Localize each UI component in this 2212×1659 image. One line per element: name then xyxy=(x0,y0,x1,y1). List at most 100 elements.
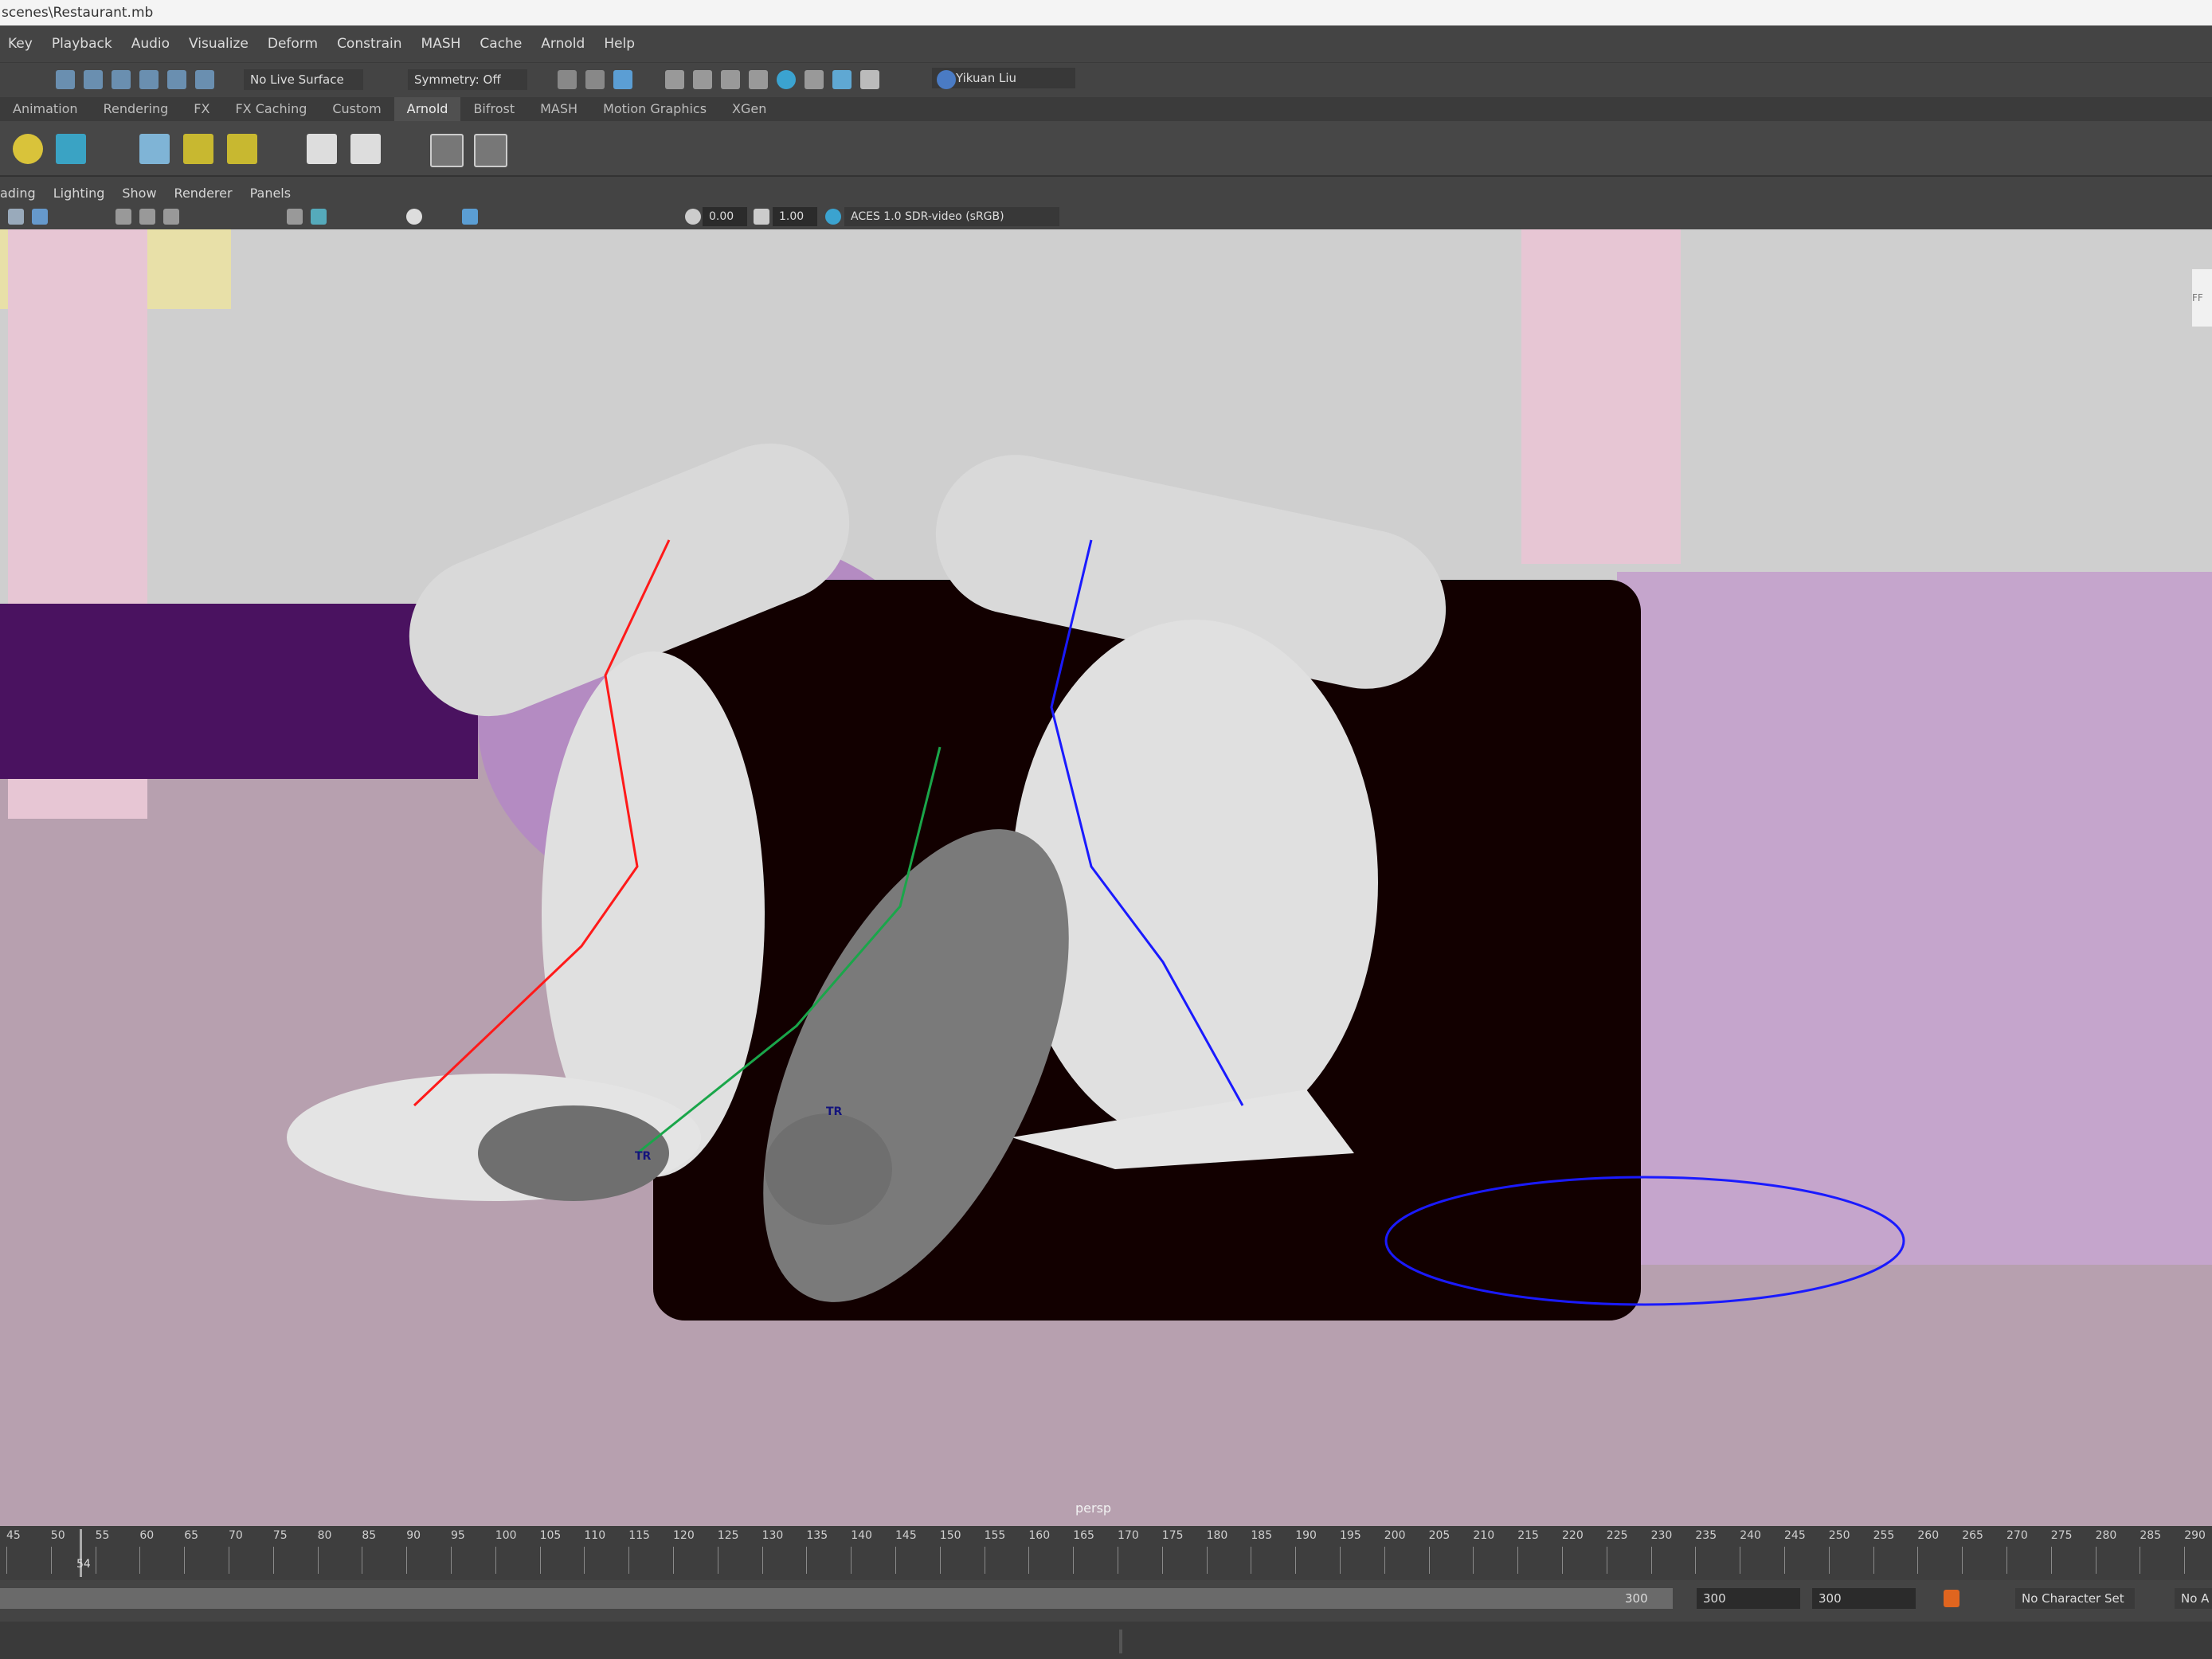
time-tick-mark xyxy=(1917,1547,1919,1574)
light-icon[interactable] xyxy=(406,209,422,225)
film-gate-icon[interactable] xyxy=(139,209,155,225)
tab-fx[interactable]: FX xyxy=(181,97,222,121)
viewport-persp[interactable]: persp FF TR TR xyxy=(0,229,2212,1526)
snapshot-icon[interactable] xyxy=(805,70,824,89)
menu-visualize[interactable]: Visualize xyxy=(189,36,249,52)
gamma-field[interactable]: 1.00 xyxy=(773,207,817,226)
standin-icon[interactable] xyxy=(307,134,337,164)
menu-deform[interactable]: Deform xyxy=(268,36,318,52)
menu-playback[interactable]: Playback xyxy=(52,36,112,52)
smooth-shade-icon[interactable] xyxy=(311,209,327,225)
time-tick-mark xyxy=(539,1547,541,1574)
exposure-icon[interactable] xyxy=(685,209,701,225)
tab-custom[interactable]: Custom xyxy=(319,97,393,121)
snap-point-icon[interactable] xyxy=(112,70,131,89)
menu-constrain[interactable]: Constrain xyxy=(337,36,401,52)
time-tick-label: 235 xyxy=(1695,1529,1717,1542)
time-tick-label: 150 xyxy=(939,1529,961,1542)
resolution-gate-icon[interactable] xyxy=(163,209,179,225)
checker-shader-icon[interactable] xyxy=(139,134,170,164)
anim-layer-dropdown[interactable]: No A xyxy=(2175,1588,2212,1609)
snap-pivot-icon[interactable] xyxy=(195,70,214,89)
character-set-dropdown[interactable]: No Character Set xyxy=(2015,1588,2135,1609)
command-line-divider xyxy=(1119,1630,1122,1653)
time-tick-mark xyxy=(272,1547,274,1574)
time-slider[interactable]: 45 50 55 60 65 70 75 80 85 90 95 100 105 110 115 120 125… xyxy=(0,1526,2212,1580)
gamma-icon[interactable] xyxy=(754,209,769,225)
menu-arnold[interactable]: Arnold xyxy=(541,36,585,52)
tab-bifrost[interactable]: Bifrost xyxy=(460,97,527,121)
time-tick-label: 120 xyxy=(673,1529,695,1542)
snap-grid-icon[interactable] xyxy=(56,70,75,89)
render-frame-icon[interactable] xyxy=(585,70,605,89)
time-tick-label: 135 xyxy=(806,1529,828,1542)
grid-icon[interactable] xyxy=(115,209,131,225)
tab-motion-graphics[interactable]: Motion Graphics xyxy=(590,97,719,121)
time-tick-mark xyxy=(1650,1547,1652,1574)
bookmark-icon[interactable] xyxy=(8,209,24,225)
panel-menu-renderer[interactable]: Renderer xyxy=(174,186,233,201)
time-tick-mark xyxy=(406,1547,408,1574)
tab-arnold[interactable]: Arnold xyxy=(393,97,461,121)
end-frame-field[interactable]: 300 xyxy=(1812,1588,1916,1609)
window-title-bar: scenes\Restaurant.mb xyxy=(0,0,2212,25)
view-cube[interactable]: FF xyxy=(2192,269,2212,327)
time-tick-mark xyxy=(1384,1547,1385,1574)
menu-key[interactable]: Key xyxy=(8,36,33,52)
pause-icon[interactable] xyxy=(860,70,879,89)
time-tick-label: 255 xyxy=(1873,1529,1895,1542)
color-management-icon[interactable] xyxy=(825,209,841,225)
auto-key-icon[interactable] xyxy=(1944,1590,1959,1607)
symmetry-dropdown[interactable]: Symmetry: Off xyxy=(408,69,527,90)
hypershade-icon[interactable] xyxy=(721,70,740,89)
command-line[interactable] xyxy=(0,1622,2212,1659)
arnold-cube-icon[interactable] xyxy=(56,134,86,164)
color-space-dropdown[interactable]: ACES 1.0 SDR-video (sRGB) xyxy=(844,207,1059,226)
snap-view-plane-icon[interactable] xyxy=(139,70,159,89)
panel-menu-lighting[interactable]: Lighting xyxy=(53,186,105,201)
mesh-light-icon[interactable] xyxy=(227,134,257,164)
menu-cache[interactable]: Cache xyxy=(480,36,522,52)
wireframe-icon[interactable] xyxy=(287,209,303,225)
snap-surface-icon[interactable] xyxy=(167,70,186,89)
panel-menu-shading[interactable]: ading xyxy=(0,186,36,201)
menu-help[interactable]: Help xyxy=(604,36,635,52)
menu-audio[interactable]: Audio xyxy=(131,36,170,52)
snap-curve-icon[interactable] xyxy=(84,70,103,89)
time-tick-label: 115 xyxy=(628,1529,650,1542)
panel-menu-show[interactable]: Show xyxy=(122,186,156,201)
arnold-light-icon[interactable] xyxy=(13,134,43,164)
batch-render-icon[interactable] xyxy=(832,70,852,89)
render-play-icon[interactable] xyxy=(474,134,507,167)
live-surface-field[interactable]: No Live Surface xyxy=(244,69,363,90)
render-view-icon[interactable] xyxy=(693,70,712,89)
quad-light-icon[interactable] xyxy=(183,134,213,164)
time-tick-mark xyxy=(584,1547,585,1574)
tab-rendering[interactable]: Rendering xyxy=(91,97,182,121)
render-view-eye-icon[interactable] xyxy=(430,134,464,167)
tab-fx-caching[interactable]: FX Caching xyxy=(222,97,319,121)
panel-menu-panels[interactable]: Panels xyxy=(250,186,292,201)
isolate-select-icon[interactable] xyxy=(462,209,478,225)
camera-icon[interactable] xyxy=(32,209,48,225)
range-slider[interactable] xyxy=(0,1588,1673,1609)
tab-xgen[interactable]: XGen xyxy=(719,97,779,121)
range-slider-bar: 300 300 300 No Character Set No A xyxy=(0,1580,2212,1622)
end-time-field[interactable]: 300 xyxy=(1697,1588,1800,1609)
render-region-icon[interactable] xyxy=(558,70,577,89)
time-tick-mark xyxy=(2184,1547,2186,1574)
ipr-render-icon[interactable] xyxy=(613,70,632,89)
exposure-field[interactable]: 0.00 xyxy=(703,207,747,226)
time-tick-label: 225 xyxy=(1606,1529,1628,1542)
tab-mash[interactable]: MASH xyxy=(527,97,590,121)
volume-icon[interactable] xyxy=(350,134,381,164)
time-tick-label: 50 xyxy=(50,1529,65,1542)
render-sequence-icon[interactable] xyxy=(749,70,768,89)
render-settings-icon[interactable] xyxy=(665,70,684,89)
menu-mash[interactable]: MASH xyxy=(421,36,461,52)
time-tick-label: 95 xyxy=(451,1529,465,1542)
time-tick-label: 200 xyxy=(1384,1529,1406,1542)
tab-animation[interactable]: Animation xyxy=(0,97,91,121)
time-tick-label: 125 xyxy=(717,1529,739,1542)
arnold-render-icon[interactable] xyxy=(777,70,796,89)
